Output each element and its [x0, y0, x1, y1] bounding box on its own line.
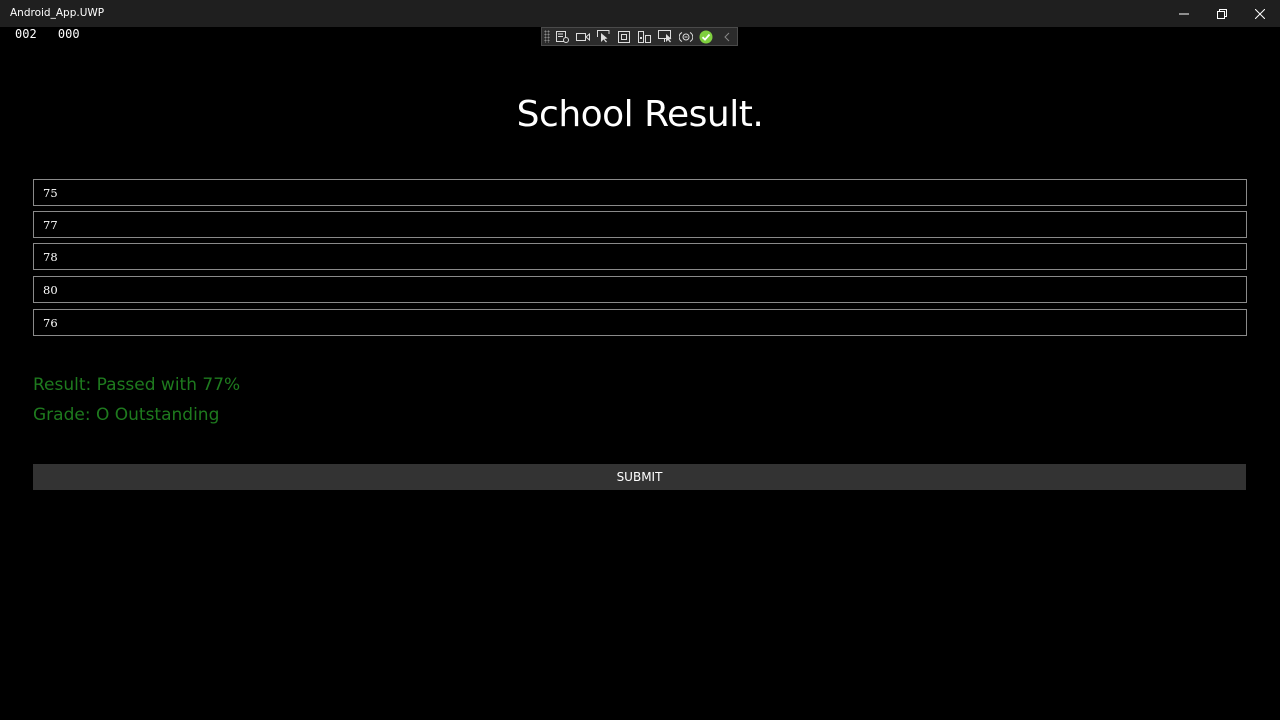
mark-input-3[interactable] [33, 243, 1247, 270]
mark-input-4[interactable] [33, 276, 1247, 303]
hot-reload-check-icon [699, 30, 713, 43]
record-icon [576, 32, 591, 41]
live-visual-tree-icon [556, 30, 570, 43]
binding-failures-icon [678, 31, 693, 42]
hot-reload-button[interactable] [696, 28, 716, 45]
page-title: School Result. [516, 94, 764, 135]
record-button[interactable] [573, 28, 593, 45]
close-button[interactable] [1241, 0, 1279, 27]
binding-failures-button[interactable] [676, 28, 696, 45]
layout-adorner-button[interactable] [614, 28, 634, 45]
restore-icon [1217, 8, 1227, 19]
toolbar-grip-icon[interactable] [544, 30, 550, 43]
restore-button[interactable] [1203, 0, 1241, 27]
display-layout-button[interactable] [655, 28, 675, 45]
result-text: Result: Passed with 77% [33, 375, 241, 395]
frame-counters: 002 000 [15, 27, 94, 41]
frame-counter-2: 000 [57, 27, 80, 41]
layout-adorner-icon [618, 30, 631, 43]
track-focus-icon [638, 30, 652, 43]
grade-text: Grade: O Outstanding [33, 405, 220, 425]
minimize-icon [1179, 13, 1189, 14]
debug-toolbar [541, 27, 738, 46]
title-bar: Android_App.UWP [0, 0, 1280, 27]
minimize-button[interactable] [1165, 0, 1203, 27]
window-title: Android_App.UWP [10, 7, 105, 19]
live-visual-tree-button[interactable] [553, 28, 573, 45]
frame-counter-1: 002 [15, 27, 37, 41]
display-layout-icon [658, 30, 672, 43]
collapse-toolbar-button[interactable] [716, 28, 736, 45]
collapse-chevron-icon [723, 32, 730, 41]
close-icon [1255, 8, 1265, 19]
select-element-icon [597, 30, 610, 43]
track-focus-button[interactable] [635, 28, 655, 45]
mark-input-2[interactable] [33, 211, 1247, 238]
submit-button[interactable]: SUBMIT [33, 464, 1246, 490]
mark-input-5[interactable] [33, 309, 1247, 336]
mark-input-1[interactable] [33, 179, 1247, 206]
select-element-button[interactable] [594, 28, 614, 45]
